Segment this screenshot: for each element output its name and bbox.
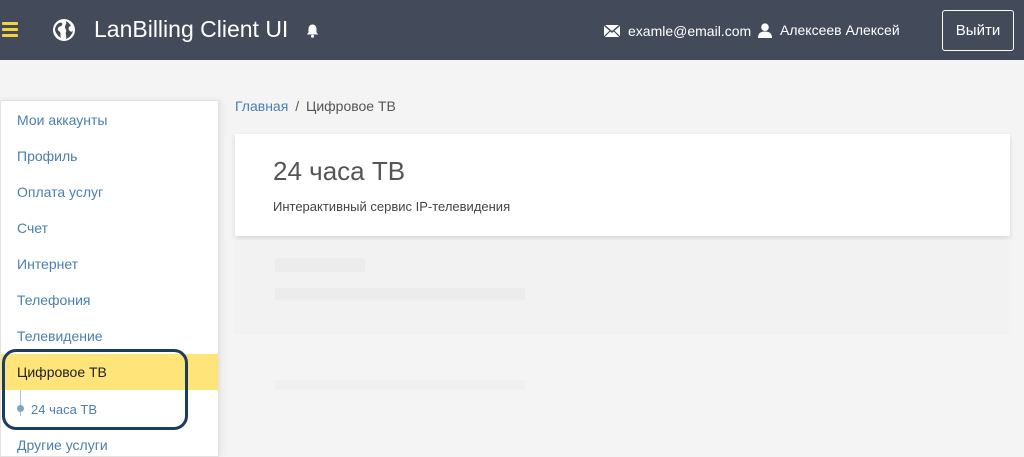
placeholder-bar	[275, 288, 525, 300]
bell-icon[interactable]	[306, 24, 319, 38]
breadcrumb: Главная / Цифровое ТВ	[235, 98, 396, 114]
user-icon	[758, 22, 772, 38]
placeholder-bar	[275, 258, 365, 272]
placeholder-bar	[275, 380, 525, 390]
user-profile[interactable]: Алексеев Алексей	[758, 21, 900, 39]
sidebar-item-other-services[interactable]: Другие услуги	[1, 427, 218, 456]
hamburger-icon[interactable]	[2, 22, 18, 37]
envelope-icon	[604, 25, 620, 37]
sidebar-item-television[interactable]: Телевидение	[1, 318, 218, 354]
sidebar-item-my-accounts[interactable]: Мои аккаунты	[1, 102, 218, 138]
service-card[interactable]: 24 часа ТВ Интерактивный сервис IP-телев…	[235, 134, 1010, 236]
top-header: LanBilling Client UI examle@email.com Ал…	[0, 0, 1024, 60]
logout-button[interactable]: Выйти	[942, 10, 1014, 51]
breadcrumb-separator: /	[295, 98, 300, 114]
sidebar-item-telephony[interactable]: Телефония	[1, 282, 218, 318]
breadcrumb-current: Цифровое ТВ	[305, 98, 396, 114]
user-email[interactable]: examle@email.com	[604, 22, 751, 40]
app-title: LanBilling Client UI	[94, 16, 289, 42]
sidebar-item-internet[interactable]: Интернет	[1, 246, 218, 282]
sidebar-nav: Мои аккаунты Профиль Оплата услуг Счет И…	[0, 100, 219, 457]
loading-placeholder-card	[235, 240, 1010, 332]
service-description: Интерактивный сервис IP-телевидения	[273, 199, 511, 214]
globe-icon	[53, 19, 75, 41]
sidebar-item-invoice[interactable]: Счет	[1, 210, 218, 246]
sidebar-item-profile[interactable]: Профиль	[1, 138, 218, 174]
sidebar-subitem-24-hours-tv[interactable]: 24 часа ТВ	[1, 391, 218, 427]
service-title: 24 часа ТВ	[273, 156, 406, 186]
breadcrumb-home-link[interactable]: Главная	[235, 98, 288, 114]
user-name: Алексеев Алексей	[780, 22, 900, 38]
sidebar-item-digital-tv[interactable]: Цифровое ТВ	[1, 354, 218, 390]
sidebar-item-payments[interactable]: Оплата услуг	[1, 174, 218, 210]
email-text: examle@email.com	[628, 23, 752, 39]
